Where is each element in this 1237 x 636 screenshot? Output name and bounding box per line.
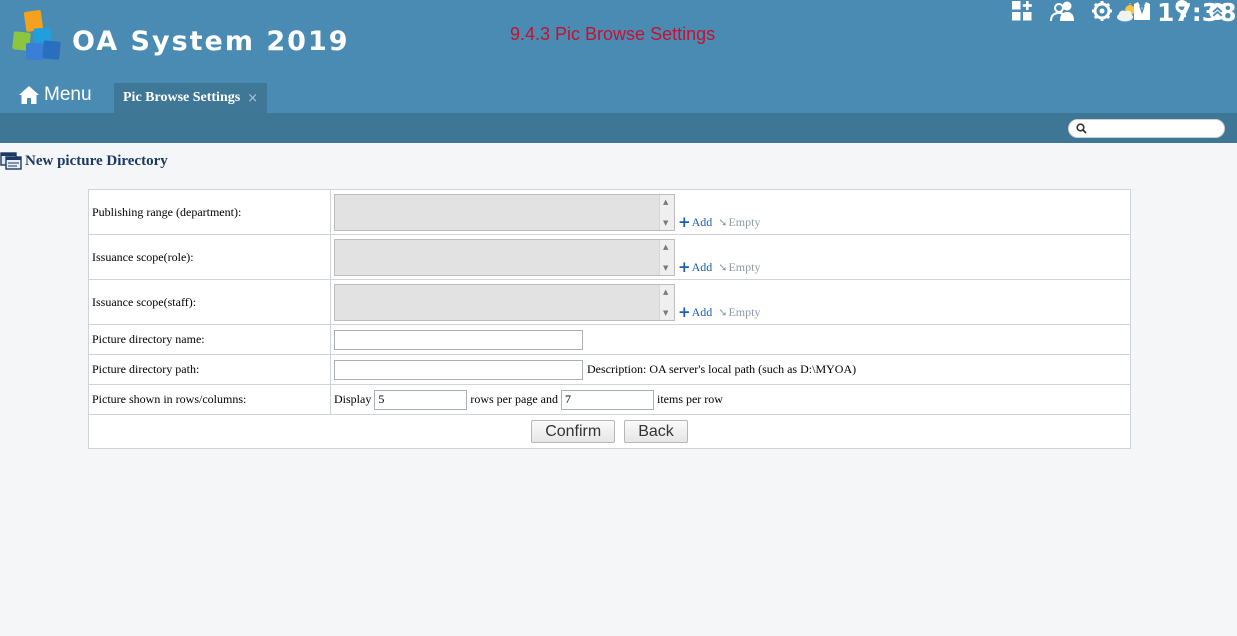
staff-textarea[interactable]: ▲ ▼	[334, 283, 675, 321]
textarea-scrollbar[interactable]: ▲ ▼	[659, 194, 674, 230]
page-caption: 9.4.3 Pic Browse Settings	[510, 24, 716, 44]
users-icon[interactable]	[1050, 0, 1076, 22]
empty-staff-link[interactable]: ➘ Empty	[718, 305, 760, 320]
chevron-up-circle-icon[interactable]	[1208, 2, 1227, 21]
home-icon	[19, 86, 39, 104]
label-directory-path: Picture directory path:	[89, 355, 331, 384]
section-title-text: New picture Directory	[25, 152, 168, 169]
window-icon	[0, 152, 22, 170]
role-textarea[interactable]: ▲ ▼	[334, 238, 675, 276]
label-directory-name: Picture directory name:	[89, 325, 331, 354]
display-text: Display	[334, 392, 372, 406]
plus-icon: +	[678, 303, 691, 321]
confirm-button[interactable]: Confirm	[531, 420, 616, 443]
add-app-icon[interactable]	[1011, 0, 1033, 22]
oa-logo-icon	[12, 10, 61, 60]
label-rows-columns: Picture shown in rows/columns:	[89, 385, 331, 414]
directory-form: Publishing range (department): ▲ ▼ + Add ➘…	[88, 189, 1131, 449]
add-staff-link[interactable]: + Add	[678, 305, 712, 320]
tab-label: Pic Browse Settings	[123, 90, 241, 105]
rows-per-page-input[interactable]	[374, 389, 468, 410]
plus-icon: +	[678, 258, 691, 276]
tab-close-icon[interactable]: ×	[247, 91, 258, 106]
header: OA System 2019 9.4.3 Pic Browse Settings…	[0, 0, 1237, 113]
items-per-row-input[interactable]	[560, 389, 654, 410]
row-staff: Issuance scope(staff): ▲ ▼ + Add ➘ Empty	[89, 280, 1130, 325]
section-title: New picture Directory	[0, 152, 168, 170]
gear-icon[interactable]	[1091, 0, 1113, 22]
clear-arrow-icon: ➘	[718, 215, 728, 229]
plus-icon: +	[678, 213, 691, 231]
tab-pic-browse-settings[interactable]: Pic Browse Settings ×	[114, 83, 267, 113]
label-department: Publishing range (department):	[89, 190, 331, 234]
shirt-icon[interactable]	[1131, 0, 1153, 22]
empty-department-link[interactable]: ➘ Empty	[718, 215, 760, 230]
label-staff: Issuance scope(staff):	[89, 280, 331, 324]
directory-name-input[interactable]	[334, 329, 583, 350]
department-textarea[interactable]: ▲ ▼	[334, 193, 675, 231]
label-role: Issuance scope(role):	[89, 235, 331, 279]
clear-arrow-icon: ➘	[718, 260, 728, 274]
add-department-link[interactable]: + Add	[678, 215, 712, 230]
add-role-link[interactable]: + Add	[678, 260, 712, 275]
path-description: Description: OA server's local path (suc…	[587, 362, 857, 376]
row-rows-columns: Picture shown in rows/columns: Display r…	[89, 385, 1130, 415]
search-box[interactable]	[1068, 119, 1225, 138]
back-button[interactable]: Back	[624, 420, 688, 443]
items-per-row-text: items per row	[656, 392, 723, 406]
search-input[interactable]	[1091, 121, 1219, 136]
row-directory-name: Picture directory name:	[89, 325, 1130, 355]
empty-role-link[interactable]: ➘ Empty	[718, 260, 760, 275]
app-title: OA System 2019	[72, 26, 350, 57]
search-icon	[1076, 123, 1087, 134]
directory-path-input[interactable]	[334, 359, 583, 380]
clear-arrow-icon: ➘	[718, 305, 728, 319]
sub-toolbar	[0, 113, 1237, 143]
textarea-scrollbar[interactable]: ▲ ▼	[659, 284, 674, 320]
key-icon[interactable]	[1171, 0, 1193, 22]
row-buttons: Confirm Back	[89, 415, 1130, 448]
row-role: Issuance scope(role): ▲ ▼ + Add ➘ Empty	[89, 235, 1130, 280]
menu-label: Menu	[44, 84, 92, 105]
menu-button[interactable]: Menu	[18, 82, 92, 108]
row-department: Publishing range (department): ▲ ▼ + Add ➘…	[89, 190, 1130, 235]
rows-per-page-text: rows per page and	[470, 392, 558, 406]
textarea-scrollbar[interactable]: ▲ ▼	[659, 239, 674, 275]
row-directory-path: Picture directory path: Description: OA …	[89, 355, 1130, 385]
